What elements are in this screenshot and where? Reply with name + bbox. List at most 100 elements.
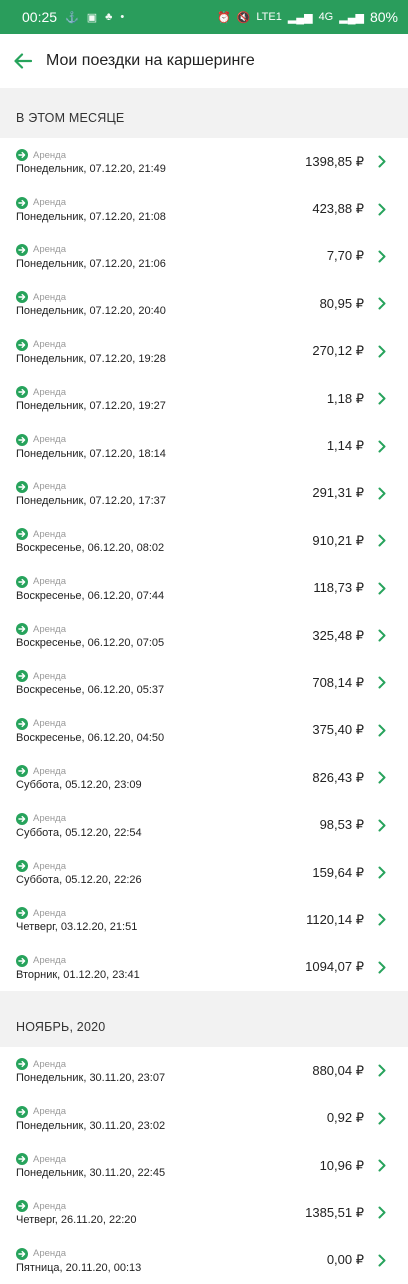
trip-row[interactable]: Аренда Понедельник, 07.12.20, 20:40 80,95 … <box>0 280 408 327</box>
image-icon: ▣ <box>86 11 98 24</box>
trip-date: Понедельник, 07.12.20, 18:14 <box>16 447 166 460</box>
trip-type: Аренда <box>16 669 164 683</box>
trip-row[interactable]: Аренда Воскресенье, 06.12.20, 07:05 325,48… <box>0 612 408 659</box>
trip-row[interactable]: Аренда Понедельник, 30.11.20, 23:07 880,04… <box>0 1047 408 1094</box>
trip-row[interactable]: Аренда Понедельник, 07.12.20, 19:28 270,12… <box>0 328 408 375</box>
chevron-right-icon <box>378 913 388 927</box>
arrow-right-circle-icon <box>16 623 28 636</box>
trip-amount: 1,18 ₽ <box>326 390 364 406</box>
trip-date: Понедельник, 07.12.20, 20:40 <box>16 305 166 318</box>
trip-amount: 10,96 ₽ <box>319 1157 364 1173</box>
trip-amount: 826,43 ₽ <box>312 769 364 785</box>
trip-row[interactable]: Аренда Понедельник, 30.11.20, 22:45 10,96 … <box>0 1142 408 1189</box>
trip-date: Суббота, 05.12.20, 22:26 <box>16 874 142 887</box>
trip-type: Аренда <box>16 859 142 873</box>
trip-row[interactable]: Аренда Понедельник, 30.11.20, 23:02 0,92 ₽ <box>0 1094 408 1141</box>
back-button[interactable] <box>0 34 46 88</box>
trip-info: Аренда Понедельник, 07.12.20, 19:27 <box>16 385 166 412</box>
chevron-right-icon <box>378 1253 388 1267</box>
trip-row[interactable]: Аренда Понедельник, 07.12.20, 17:37 291,31… <box>0 470 408 517</box>
trip-info: Аренда Понедельник, 30.11.20, 23:07 <box>16 1057 165 1084</box>
trip-row[interactable]: Аренда Суббота, 05.12.20, 23:09 826,43 ₽ <box>0 754 408 801</box>
chevron-right-icon <box>378 676 388 690</box>
trip-type-label: Аренда <box>33 907 66 919</box>
trip-row[interactable]: Аренда Вторник, 01.12.20, 23:41 1094,07 ₽ <box>0 944 408 991</box>
chevron-right-icon <box>378 723 388 737</box>
trips-list: В ЭТОМ МЕСЯЦЕ Аренда Понедельник, 07.12.20… <box>0 88 408 1284</box>
status-bar: 00:25 ⚓ ▣ ♣ • ⏰ 🔇 LTE1 ▂▄▆ 4G ▂▄▆ 80% <box>0 0 408 34</box>
trip-type: Аренда <box>16 433 166 447</box>
trip-info: Аренда Воскресенье, 06.12.20, 07:05 <box>16 622 164 649</box>
chevron-right-icon <box>378 155 388 169</box>
trip-row[interactable]: Аренда Суббота, 05.12.20, 22:54 98,53 ₽ <box>0 801 408 848</box>
trip-info: Аренда Понедельник, 07.12.20, 19:28 <box>16 338 166 365</box>
trip-amount: 118,73 ₽ <box>313 580 364 596</box>
app-icon: ♣ <box>105 11 113 23</box>
trip-row[interactable]: Аренда Воскресенье, 06.12.20, 05:37 708,14… <box>0 659 408 706</box>
arrow-right-circle-icon <box>16 338 28 351</box>
trip-type-label: Аренда <box>33 149 66 161</box>
trip-date: Воскресенье, 06.12.20, 07:05 <box>16 637 165 650</box>
arrow-right-circle-icon <box>16 386 28 399</box>
trip-date: Понедельник, 07.12.20, 19:28 <box>16 352 166 365</box>
trip-date: Воскресенье, 06.12.20, 07:44 <box>16 589 165 602</box>
trip-info: Аренда Четверг, 26.11.20, 22:20 <box>16 1199 137 1226</box>
arrow-right-circle-icon <box>16 860 28 873</box>
trip-amount: 0,92 ₽ <box>326 1110 364 1126</box>
trip-row[interactable]: Аренда Понедельник, 07.12.20, 19:27 1,18 ₽ <box>0 375 408 422</box>
trip-amount: 325,48 ₽ <box>312 627 364 643</box>
status-time: 00:25 <box>22 9 58 25</box>
battery-label: 80% <box>369 9 398 25</box>
trip-type-label: Аренда <box>33 623 66 635</box>
section-header: НОЯБРЬ, 2020 <box>0 991 408 1048</box>
trip-date: Понедельник, 30.11.20, 23:07 <box>16 1072 166 1085</box>
trip-type: Аренда <box>16 575 164 589</box>
trip-row[interactable]: Аренда Воскресенье, 06.12.20, 04:50 375,40… <box>0 707 408 754</box>
trip-info: Аренда Суббота, 05.12.20, 23:09 <box>16 764 142 791</box>
trip-row[interactable]: Аренда Воскресенье, 06.12.20, 07:44 118,73… <box>0 565 408 612</box>
trip-row[interactable]: Аренда Пятница, 20.11.20, 00:13 0,00 ₽ <box>0 1237 408 1284</box>
trip-amount: 291,31 ₽ <box>312 485 364 501</box>
app-bar: Мои поездки на каршеринге <box>0 34 408 88</box>
trip-row[interactable]: Аренда Понедельник, 07.12.20, 21:49 1398,8… <box>0 138 408 185</box>
trip-info: Аренда Понедельник, 07.12.20, 21:06 <box>16 243 166 270</box>
trip-type: Аренда <box>16 764 142 778</box>
trip-row[interactable]: Аренда Воскресенье, 06.12.20, 08:02 910,21… <box>0 517 408 564</box>
trip-row[interactable]: Аренда Четверг, 03.12.20, 21:51 1120,14 ₽ <box>0 896 408 943</box>
trip-type-label: Аренда <box>33 813 66 825</box>
trip-type-label: Аренда <box>33 197 66 209</box>
trip-row[interactable]: Аренда Понедельник, 07.12.20, 21:06 7,70 ₽ <box>0 233 408 280</box>
trip-date: Пятница, 20.11.20, 00:13 <box>16 1261 142 1274</box>
trip-info: Аренда Пятница, 20.11.20, 00:13 <box>16 1247 141 1274</box>
network-gen-label: 4G <box>318 11 334 23</box>
trip-amount: 880,04 ₽ <box>312 1062 364 1078</box>
trip-row[interactable]: Аренда Понедельник, 07.12.20, 21:08 423,88… <box>0 185 408 232</box>
trip-row[interactable]: Аренда Суббота, 05.12.20, 22:26 159,64 ₽ <box>0 849 408 896</box>
trip-amount: 159,64 ₽ <box>312 864 364 880</box>
chevron-right-icon <box>378 771 388 785</box>
arrow-right-circle-icon <box>16 1200 28 1213</box>
chevron-right-icon <box>378 1206 388 1220</box>
trip-amount: 1,14 ₽ <box>326 438 364 454</box>
trip-info: Аренда Вторник, 01.12.20, 23:41 <box>16 954 140 981</box>
trip-amount: 7,70 ₽ <box>326 248 364 264</box>
page-title: Мои поездки на каршеринге <box>46 52 255 69</box>
trip-row[interactable]: Аренда Понедельник, 07.12.20, 18:14 1,14 ₽ <box>0 422 408 469</box>
trip-type-label: Аренда <box>33 481 66 493</box>
trip-info: Аренда Понедельник, 07.12.20, 17:37 <box>16 480 166 507</box>
trip-type: Аренда <box>16 290 166 304</box>
chevron-right-icon <box>378 249 388 263</box>
trip-type-label: Аренда <box>33 291 66 303</box>
arrow-right-circle-icon <box>16 954 28 967</box>
trip-info: Аренда Понедельник, 07.12.20, 21:08 <box>16 196 166 223</box>
trip-type-label: Аренда <box>33 576 66 588</box>
trip-amount: 910,21 ₽ <box>312 532 364 548</box>
trip-type: Аренда <box>16 622 164 636</box>
arrow-right-circle-icon <box>16 765 28 778</box>
trip-date: Понедельник, 07.12.20, 21:06 <box>16 257 166 270</box>
trip-amount: 1385,51 ₽ <box>305 1204 364 1220</box>
arrow-right-circle-icon <box>16 1105 28 1118</box>
trip-row[interactable]: Аренда Четверг, 26.11.20, 22:20 1385,51 ₽ <box>0 1189 408 1236</box>
chevron-right-icon <box>378 486 388 500</box>
chevron-right-icon <box>378 297 388 311</box>
